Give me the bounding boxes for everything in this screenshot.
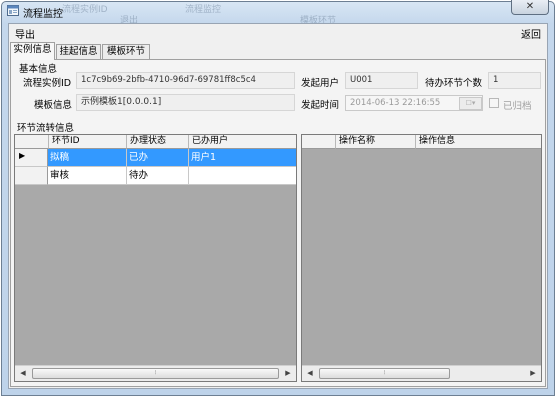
table-cell[interactable]: 已办	[127, 149, 189, 167]
row-header[interactable]	[15, 167, 48, 185]
grid-corner-header	[302, 135, 336, 149]
current-row-indicator-icon: ▶	[19, 151, 26, 160]
column-header-operation-name[interactable]: 操作名称	[336, 135, 416, 149]
table-cell[interactable]: 审核	[48, 167, 127, 185]
column-header-done-user[interactable]: 已办用户	[189, 135, 296, 149]
tab-instance-info[interactable]: 实例信息	[10, 42, 55, 60]
archived-label: 已归档	[503, 101, 532, 112]
close-icon: ✕	[525, 1, 535, 12]
start-time-label: 发起时间	[301, 100, 340, 111]
pending-count-label: 待办环节个数	[425, 78, 483, 89]
operations-grid-scrollbar[interactable]: ◀ ⦙ ▶	[302, 365, 541, 381]
calendar-dropdown-icon: ☐▾	[465, 99, 476, 107]
initiator-label: 发起用户	[301, 78, 340, 89]
section-title-basic-info: 基本信息	[19, 64, 58, 75]
grid-corner-header	[15, 135, 49, 149]
scroll-right-icon[interactable]: ▶	[280, 366, 296, 381]
background-window-text: 流程监控	[185, 5, 222, 15]
scroll-right-icon[interactable]: ▶	[525, 366, 541, 381]
archived-checkbox[interactable]	[489, 98, 499, 108]
instance-id-field[interactable]: 1c7c9b69-2bfb-4710-96d7-69781ff8c5c4	[76, 72, 295, 89]
tab-suspend-info[interactable]: 挂起信息	[56, 44, 101, 59]
scroll-left-icon[interactable]: ◀	[302, 366, 318, 381]
tab-template-steps[interactable]: 模板环节	[102, 44, 150, 59]
scroll-thumb[interactable]: ⦙	[319, 368, 450, 379]
scroll-thumb[interactable]: ⦙	[32, 368, 279, 379]
back-button[interactable]: 返回	[521, 26, 541, 41]
column-header-step-id[interactable]: 环节ID	[49, 135, 127, 149]
row-header[interactable]: ▶	[15, 149, 48, 167]
scroll-left-icon[interactable]: ◀	[15, 366, 31, 381]
column-header-status[interactable]: 办理状态	[127, 135, 189, 149]
template-label: 模板信息	[34, 100, 73, 111]
steps-grid-scrollbar[interactable]: ◀ ⦙ ▶	[15, 365, 296, 381]
close-button[interactable]: ✕	[511, 0, 549, 15]
table-cell[interactable]	[189, 167, 296, 185]
export-button[interactable]: 导出	[15, 26, 35, 41]
app-icon	[7, 5, 19, 16]
pending-count-field[interactable]: 1	[488, 72, 541, 89]
operations-grid[interactable]: 操作名称 操作信息 ◀ ⦙ ▶	[301, 134, 542, 382]
date-dropdown-button[interactable]: ☐▾	[459, 97, 482, 110]
window-title: 流程监控	[23, 9, 63, 20]
instance-id-label: 流程实例ID	[23, 78, 72, 89]
section-title-flow: 环节流转信息	[17, 123, 75, 134]
steps-grid[interactable]: 环节ID 办理状态 已办用户 ▶ 拟稿 已办 用户1 审核 待办 ◀ ⦙ ▶	[14, 134, 297, 382]
table-cell[interactable]: 拟稿	[48, 149, 127, 167]
template-field[interactable]: 示例模板1[0.0.0.1]	[76, 94, 295, 111]
table-cell[interactable]: 用户1	[189, 149, 296, 167]
column-header-operation-info[interactable]: 操作信息	[416, 135, 541, 149]
background-window-text: 流程实例ID	[62, 5, 108, 15]
table-cell[interactable]: 待办	[127, 167, 189, 185]
initiator-field[interactable]: U001	[345, 72, 418, 89]
